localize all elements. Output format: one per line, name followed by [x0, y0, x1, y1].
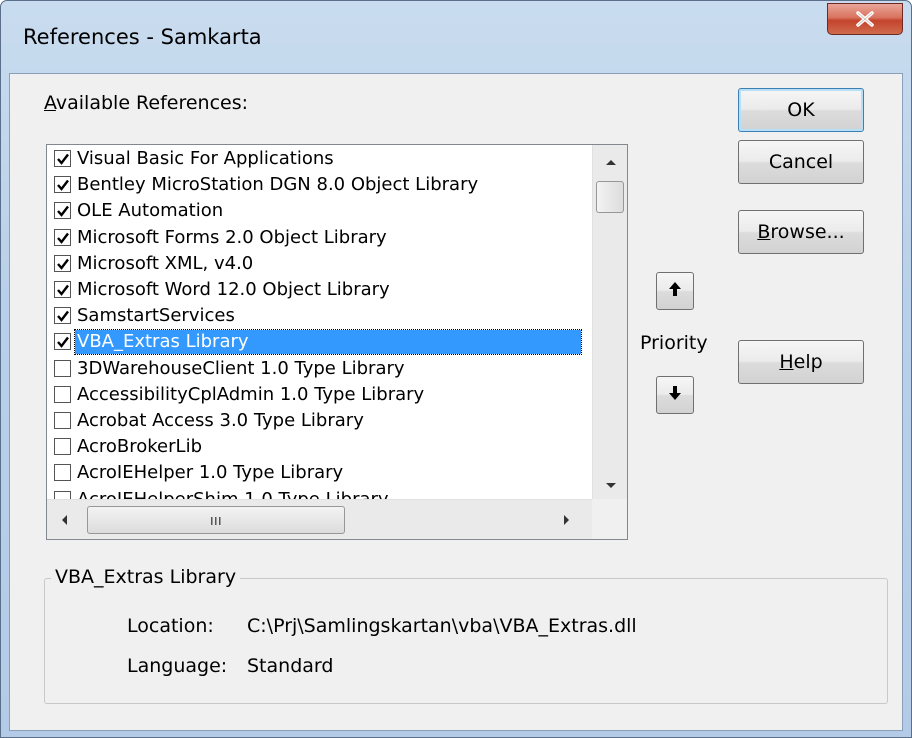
close-x-icon [854, 10, 876, 28]
reference-label: AcroBrokerLib [77, 436, 202, 458]
browse-mnemonic: B [757, 221, 771, 243]
reference-checkbox[interactable] [54, 490, 71, 499]
location-value: C:\Prj\Samlingskartan\vba\VBA_Extras.dll [247, 615, 637, 637]
reference-list-item[interactable]: VBA_Extras Library [47, 329, 592, 356]
reference-label: AcroIEHelper 1.0 Type Library [77, 462, 344, 484]
reference-checkbox[interactable] [54, 333, 71, 351]
references-list[interactable]: Visual Basic For Applications Bentley Mic… [47, 145, 592, 499]
reference-label: OLE Automation [77, 200, 224, 222]
scroll-up-icon [605, 151, 617, 170]
reference-list-item[interactable]: Microsoft Forms 2.0 Object Library [47, 225, 592, 251]
reference-label: Microsoft Word 12.0 Object Library [77, 279, 390, 300]
arrow-down-icon [668, 385, 682, 405]
reference-list-item[interactable]: AcroIEHelper 1.0 Type Library [47, 460, 592, 486]
reference-label: AcroIEHelperShim 1.0 Type Library [75, 488, 391, 499]
scroll-right-arrow[interactable] [552, 505, 582, 535]
horizontal-scrollbar[interactable] [47, 499, 592, 539]
scroll-down-arrow[interactable] [593, 469, 627, 499]
language-label: Language: [127, 655, 228, 677]
arrow-up-icon [668, 281, 682, 301]
reference-checkbox[interactable] [54, 412, 71, 429]
browse-label-rest: rowse... [770, 221, 845, 243]
browse-button[interactable]: Browse... [738, 210, 864, 254]
reference-checkbox[interactable] [54, 150, 71, 167]
reference-checkbox[interactable] [54, 438, 71, 456]
reference-checkbox[interactable] [54, 176, 71, 194]
reference-list-item[interactable]: Microsoft XML, v4.0 [47, 251, 592, 277]
reference-checkbox[interactable] [54, 228, 71, 246]
reference-label: Microsoft Forms 2.0 Object Library [77, 226, 387, 248]
reference-list-item[interactable]: AcroIEHelperShim 1.0 Type Library [47, 487, 592, 499]
reference-list-item[interactable]: SamstartServices [47, 303, 592, 329]
checkmark-icon [57, 232, 69, 244]
reference-checkbox[interactable] [54, 385, 71, 403]
horizontal-scroll-thumb[interactable] [87, 506, 345, 534]
reference-label: Visual Basic For Applications [77, 148, 334, 169]
details-groupbox: VBA_Extras Library Location: C:\Prj\Saml… [44, 566, 888, 704]
scroll-down-icon [605, 475, 617, 494]
cancel-button[interactable]: Cancel [738, 140, 864, 184]
help-mnemonic: H [779, 351, 794, 373]
reference-label: SamstartServices [77, 305, 235, 327]
title-bar[interactable]: References - Samkarta [1, 1, 911, 73]
references-dialog: References - Samkarta Available Referenc… [0, 0, 912, 738]
scroll-up-arrow[interactable] [593, 145, 627, 175]
checkmark-icon [57, 310, 69, 323]
checkmark-icon [57, 284, 69, 296]
reference-list-item[interactable]: AccessibilityCplAdmin 1.0 Type Library [47, 382, 592, 408]
available-label-rest: vailable References: [55, 92, 249, 114]
reference-label: Acrobat Access 3.0 Type Library [77, 410, 364, 431]
reference-list-item[interactable]: Bentley MicroStation DGN 8.0 Object Libr… [47, 172, 592, 198]
reference-list-item[interactable]: Acrobat Access 3.0 Type Library [47, 408, 592, 434]
reference-checkbox[interactable] [54, 202, 71, 220]
available-mnemonic: A [44, 92, 56, 114]
reference-checkbox[interactable] [54, 254, 71, 272]
vertical-scrollbar[interactable] [592, 145, 627, 499]
references-listbox[interactable]: Visual Basic For Applications Bentley Mic… [46, 144, 628, 540]
reference-label: 3DWarehouseClient 1.0 Type Library [77, 357, 405, 379]
scroll-right-icon [563, 511, 571, 530]
reference-checkbox[interactable] [54, 281, 71, 298]
reference-list-item[interactable]: OLE Automation [47, 198, 592, 224]
location-label: Location: [127, 615, 214, 637]
window-title: References - Samkarta [23, 25, 262, 49]
priority-label: Priority [640, 332, 708, 354]
reference-checkbox[interactable] [54, 307, 71, 325]
language-value: Standard [247, 655, 334, 677]
dialog-client-area: Available References: Visual Basic For A… [9, 73, 903, 731]
checkmark-icon [57, 258, 69, 270]
available-references-label: Available References: [44, 92, 248, 114]
help-button[interactable]: Help [738, 340, 864, 384]
ok-button[interactable]: OK [738, 88, 864, 132]
grip-icon [209, 511, 223, 530]
reference-checkbox[interactable] [54, 464, 71, 482]
help-label-rest: elp [793, 351, 823, 373]
reference-checkbox[interactable] [54, 359, 71, 377]
reference-label: AccessibilityCplAdmin 1.0 Type Library [77, 383, 425, 405]
checkmark-icon [57, 206, 69, 218]
scroll-corner [592, 499, 627, 539]
scroll-left-arrow[interactable] [49, 505, 79, 535]
checkmark-icon [57, 337, 69, 349]
priority-up-button[interactable] [656, 272, 694, 310]
reference-label: Microsoft XML, v4.0 [77, 252, 254, 274]
priority-down-button[interactable] [656, 376, 694, 414]
reference-label: VBA_Extras Library [74, 329, 582, 356]
close-button[interactable] [827, 3, 903, 35]
reference-list-item[interactable]: Microsoft Word 12.0 Object Library [47, 277, 592, 303]
reference-list-item[interactable]: 3DWarehouseClient 1.0 Type Library [47, 356, 592, 382]
vertical-scroll-thumb[interactable] [596, 181, 624, 213]
checkmark-icon [57, 179, 69, 192]
details-group-title: VBA_Extras Library [51, 566, 241, 588]
reference-list-item[interactable]: Visual Basic For Applications [47, 146, 592, 172]
reference-list-item[interactable]: AcroBrokerLib [47, 434, 592, 460]
reference-label: Bentley MicroStation DGN 8.0 Object Libr… [77, 174, 479, 196]
scroll-left-icon [60, 511, 68, 530]
checkmark-icon [57, 153, 69, 165]
